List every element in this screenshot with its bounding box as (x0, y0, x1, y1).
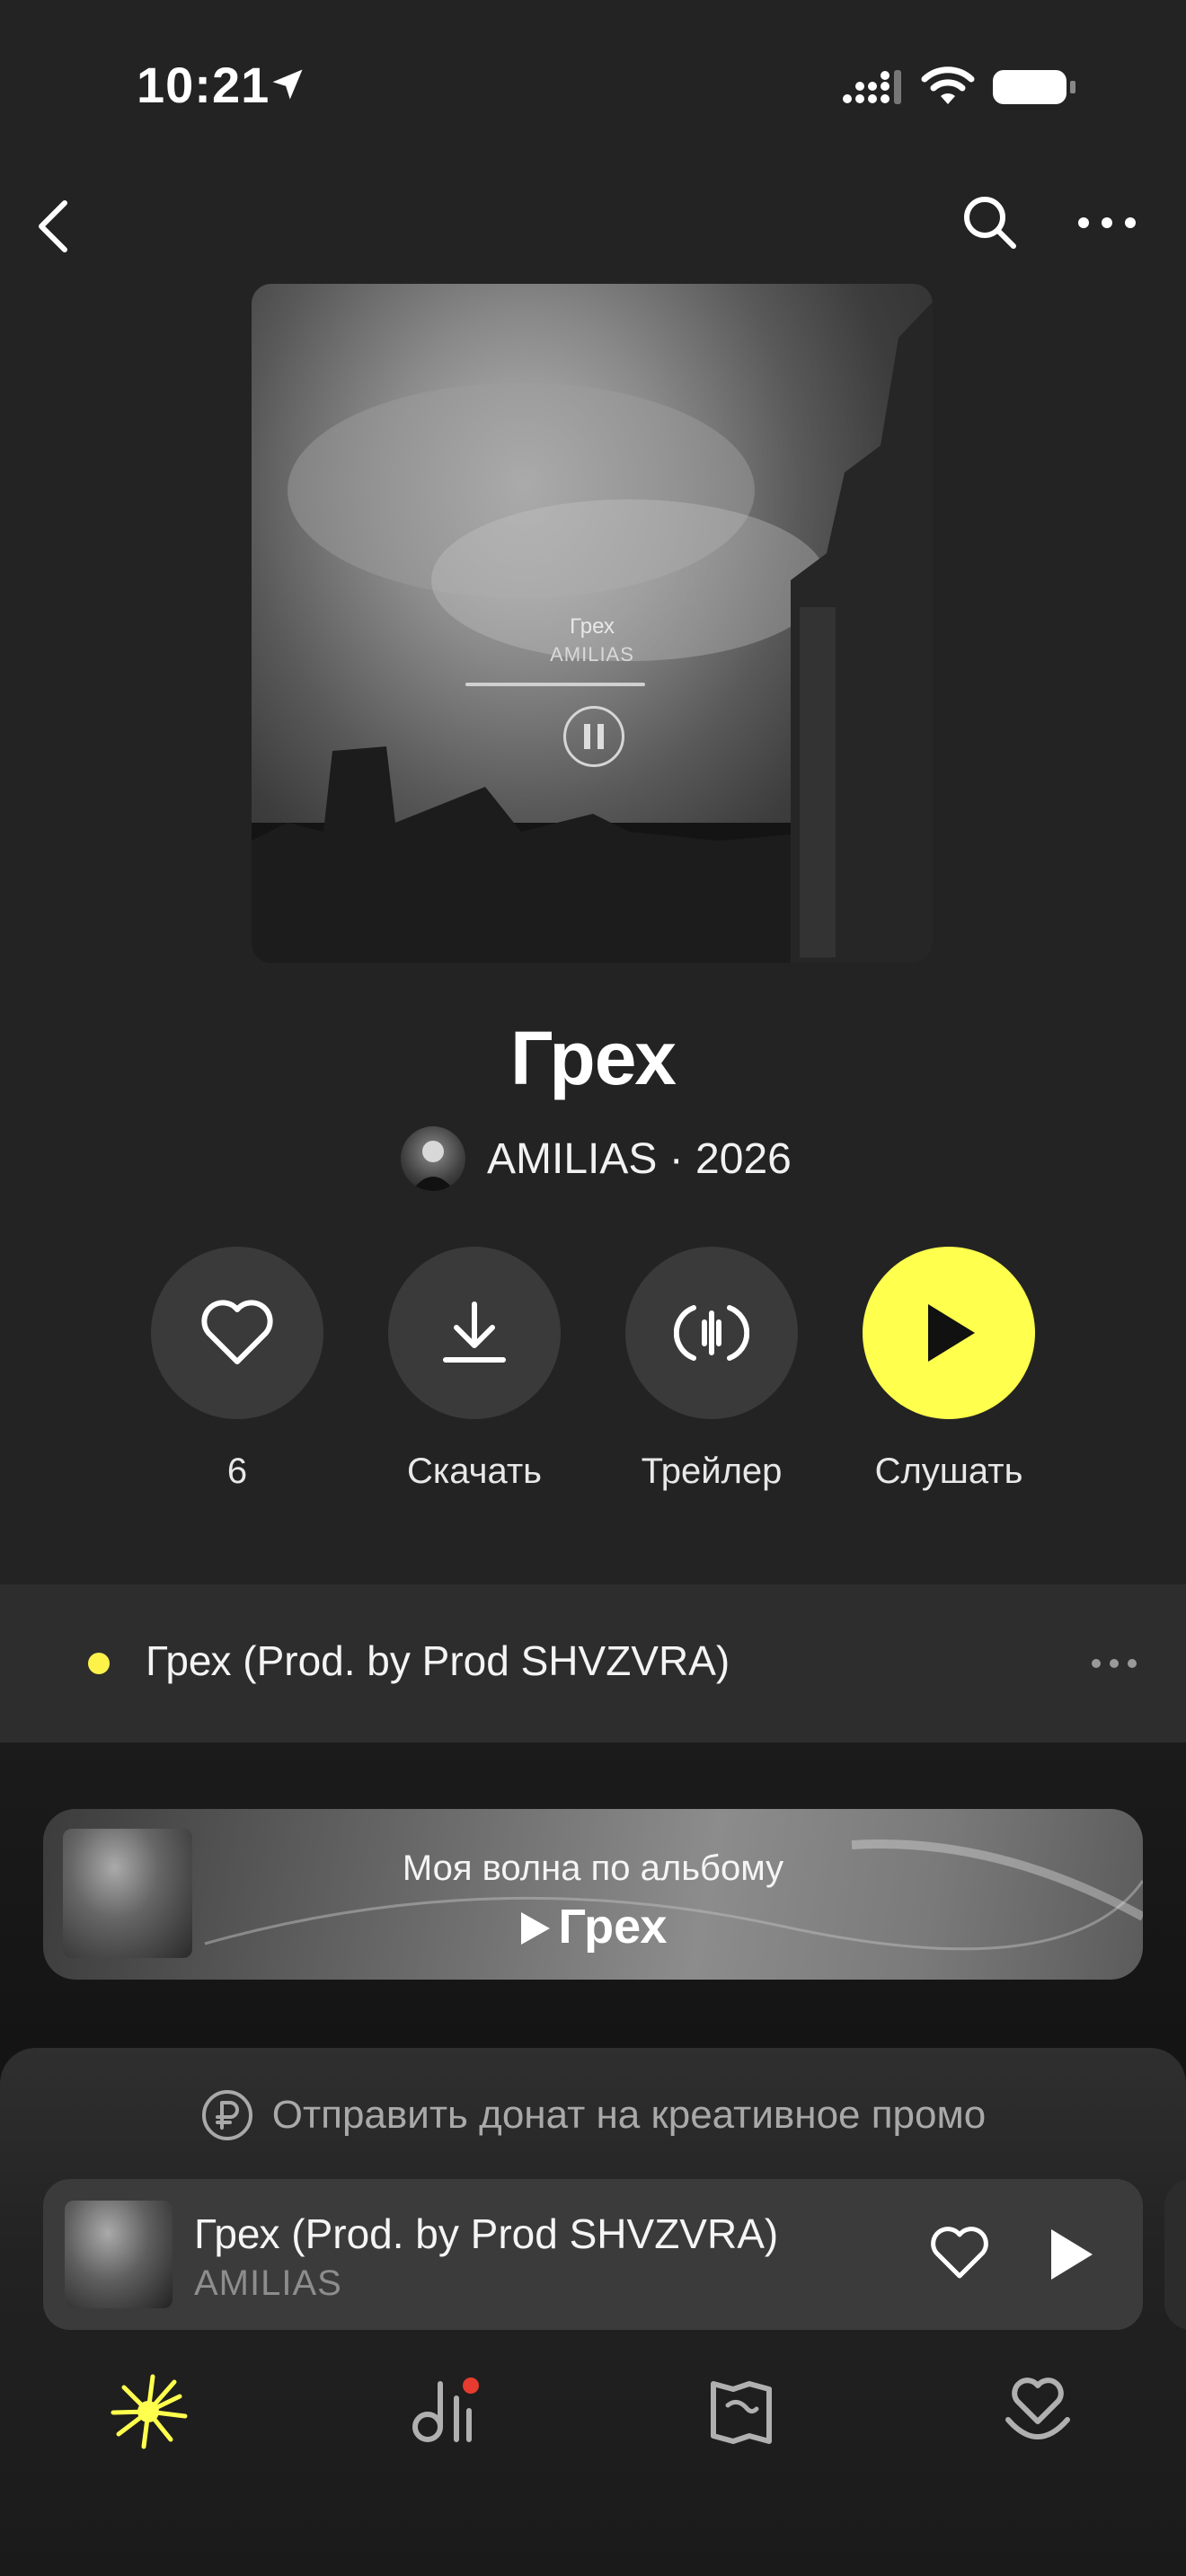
now-playing-indicator (88, 1653, 110, 1674)
heart-icon (201, 1300, 273, 1364)
album-cover: Грех AMILIAS (252, 284, 933, 963)
download-label: Скачать (407, 1451, 542, 1491)
donate-text: Отправить донат на креативное промо (271, 2093, 987, 2137)
collection-icon (412, 2378, 479, 2442)
mini-player-title: Грех (Prod. by Prod SHVZVRA) (194, 2210, 779, 2257)
listen-button[interactable]: Слушать (863, 1247, 1035, 1491)
track-title: Грех (Prod. by Prod SHVZVRA) (146, 1637, 730, 1684)
more-options-button[interactable] (1075, 207, 1139, 239)
cellular-signal-icon (843, 70, 901, 104)
mini-player-artist: AMILIAS (194, 2263, 342, 2303)
like-button[interactable]: 6 (151, 1247, 323, 1491)
tab-main-wave[interactable] (108, 2371, 189, 2452)
tab-collection[interactable] (404, 2371, 485, 2452)
tab-map[interactable] (701, 2371, 782, 2452)
cover-progress-bar (465, 683, 645, 686)
artist-link[interactable]: AMILIAS · 2026 (401, 1125, 792, 1193)
status-time: 10:21 (137, 57, 270, 113)
notification-badge (463, 2378, 479, 2394)
mini-player-next-peek[interactable] (1164, 2179, 1186, 2330)
wave-play-icon (520, 1912, 550, 1945)
wave-title: Грех (43, 1899, 1143, 1954)
wifi-icon (921, 66, 975, 104)
ruble-icon (201, 2090, 252, 2140)
cover-track-title: Грех (570, 614, 615, 639)
play-icon (928, 1304, 975, 1362)
track-more-button[interactable] (1089, 1654, 1139, 1672)
location-arrow-icon (272, 69, 303, 100)
donate-promo-link[interactable]: Отправить донат на креативное промо (0, 2084, 1186, 2147)
trailer-label: Трейлер (641, 1451, 783, 1491)
trailer-icon (674, 1305, 749, 1361)
tab-kids[interactable] (997, 2371, 1078, 2452)
artist-year: AMILIAS · 2026 (487, 1134, 792, 1183)
cover-pause-icon (563, 706, 624, 767)
download-icon (443, 1301, 506, 1363)
mini-player-like-button[interactable] (929, 2226, 990, 2281)
mini-player-play-button[interactable] (1046, 2226, 1096, 2283)
battery-icon (993, 70, 1075, 104)
my-wave-album-card[interactable]: Моя волна по альбому Грех (43, 1809, 1143, 1980)
back-button[interactable] (27, 190, 77, 262)
trailer-button[interactable]: Трейлер (625, 1247, 798, 1491)
listen-label: Слушать (874, 1451, 1023, 1491)
like-count: 6 (226, 1451, 248, 1491)
wave-subtitle: Моя волна по альбому (402, 1848, 784, 1888)
mini-player-thumbnail (65, 2201, 173, 2308)
album-title: Грех (509, 1016, 677, 1100)
search-button[interactable] (960, 192, 1019, 251)
download-button[interactable]: Скачать (388, 1247, 561, 1491)
artist-avatar (401, 1126, 465, 1191)
cover-artist-name: AMILIAS (550, 643, 634, 666)
